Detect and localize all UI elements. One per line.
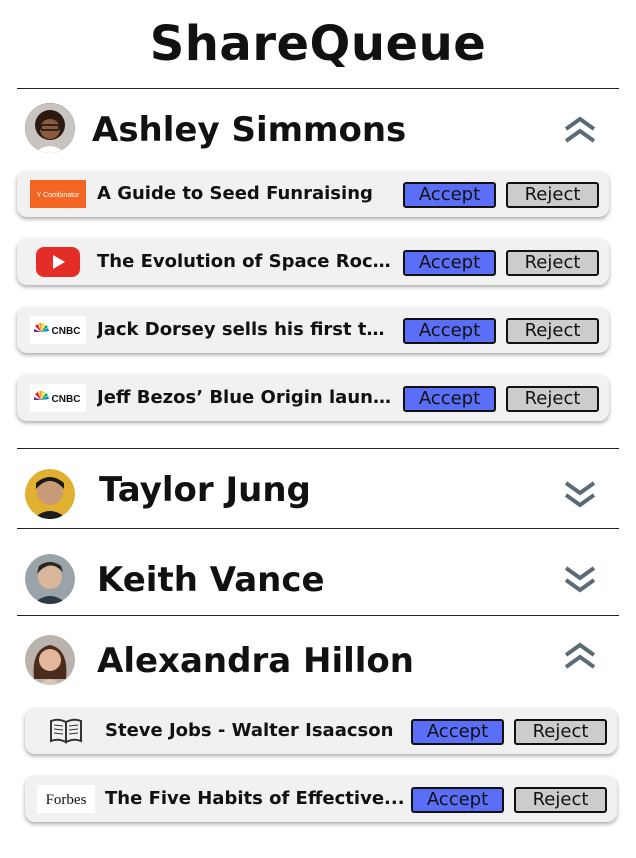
accept-button[interactable]: Accept (411, 719, 504, 745)
item-title: Jack Dorsey sells his first tw... (97, 319, 397, 340)
share-item: Y Combinator A Guide to Seed Funraising … (17, 171, 609, 217)
reject-button[interactable]: Reject (506, 182, 599, 208)
share-item: The Evolution of Space Rock... Accept Re… (17, 239, 609, 285)
reject-button[interactable]: Reject (506, 318, 599, 344)
expand-chevron-icon[interactable] (563, 562, 597, 596)
share-item: CNBC Jack Dorsey sells his first tw... A… (17, 307, 609, 353)
divider (17, 88, 619, 89)
reject-button[interactable]: Reject (506, 250, 599, 276)
cnbc-logo-icon: CNBC (29, 315, 87, 345)
share-item: CNBC Jeff Bezos’ Blue Origin launc... Ac… (17, 375, 609, 421)
svg-text:CNBC: CNBC (52, 326, 81, 337)
item-title: The Evolution of Space Rock... (97, 251, 397, 272)
avatar (25, 554, 75, 604)
accept-button[interactable]: Accept (403, 250, 496, 276)
user-name: Ashley Simmons (92, 110, 407, 150)
collapse-chevron-icon[interactable] (563, 113, 597, 147)
share-item: Forbes The Five Habits of Effective... A… (25, 776, 617, 822)
user-name: Alexandra Hillon (97, 641, 414, 681)
book-icon (37, 716, 95, 746)
svg-text:Y Combinator: Y Combinator (37, 192, 80, 199)
youtube-logo-icon (29, 247, 87, 277)
divider (17, 448, 619, 449)
svg-text:CNBC: CNBC (52, 394, 81, 405)
app-title: ShareQueue (149, 16, 487, 72)
accept-button[interactable]: Accept (403, 182, 496, 208)
svg-text:Forbes: Forbes (46, 792, 87, 808)
item-title: Jeff Bezos’ Blue Origin launc... (97, 387, 397, 408)
user-name: Keith Vance (97, 560, 325, 600)
item-title: Steve Jobs - Walter Isaacson (105, 720, 394, 741)
expand-chevron-icon[interactable] (563, 477, 597, 511)
collapse-chevron-icon[interactable] (563, 639, 597, 673)
avatar (25, 635, 75, 685)
accept-button[interactable]: Accept (403, 386, 496, 412)
ycombinator-logo-icon: Y Combinator (29, 179, 87, 209)
forbes-logo-icon: Forbes (37, 784, 95, 814)
accept-button[interactable]: Accept (411, 787, 504, 813)
divider (17, 615, 619, 616)
avatar (25, 469, 75, 519)
item-title: The Five Habits of Effective... (105, 788, 405, 809)
reject-button[interactable]: Reject (514, 719, 607, 745)
user-name: Taylor Jung (99, 470, 311, 510)
divider (17, 528, 619, 529)
avatar (25, 103, 75, 153)
accept-button[interactable]: Accept (403, 318, 496, 344)
share-item: Steve Jobs - Walter Isaacson Accept Reje… (25, 708, 617, 754)
item-title: A Guide to Seed Funraising (97, 183, 373, 204)
reject-button[interactable]: Reject (514, 787, 607, 813)
reject-button[interactable]: Reject (506, 386, 599, 412)
cnbc-logo-icon: CNBC (29, 383, 87, 413)
